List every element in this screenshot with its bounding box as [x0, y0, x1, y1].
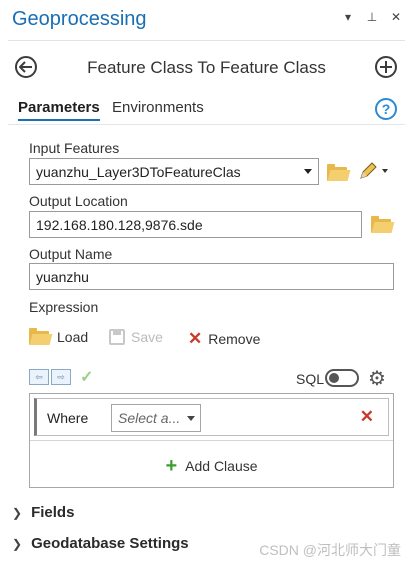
clause-row: Where Select a... ✕	[34, 398, 389, 436]
input-features-value: yuanzhu_Layer3DToFeatureClas	[36, 163, 241, 180]
section-fields-label: Fields	[31, 504, 75, 521]
output-name-input[interactable]: yuanzhu	[29, 263, 394, 290]
pane-pin-icon[interactable]: ⊥	[365, 10, 379, 24]
save-button[interactable]: Save	[109, 329, 163, 345]
sql-toggle[interactable]	[325, 369, 359, 387]
expression-mode-left-icon[interactable]: ⇦	[29, 369, 49, 385]
save-label: Save	[131, 329, 163, 345]
pane-close-icon[interactable]: ✕	[389, 10, 403, 24]
load-icon	[29, 328, 51, 345]
sql-label: SQL	[296, 371, 325, 387]
load-button[interactable]: Load	[29, 328, 89, 345]
folder-icon[interactable]	[371, 216, 393, 233]
remove-label: Remove	[208, 331, 261, 347]
divider	[8, 40, 405, 41]
expression-label: Expression	[29, 299, 99, 315]
section-geodatabase-label: Geodatabase Settings	[31, 535, 189, 552]
expression-mode-right-icon[interactable]: ⇨	[51, 369, 71, 385]
tab-environments[interactable]: Environments	[112, 99, 204, 116]
input-features-label: Input Features	[29, 140, 120, 156]
remove-button[interactable]: ✕ Remove	[188, 329, 260, 349]
section-geodatabase-settings[interactable]: ❯ Geodatabase Settings	[12, 535, 189, 552]
add-clause-button[interactable]: + Add Clause	[30, 455, 393, 477]
load-label: Load	[57, 329, 89, 345]
output-location-value: 192.168.180.128,9876.sde	[36, 216, 203, 233]
chevron-right-icon: ❯	[12, 505, 23, 520]
tab-parameters[interactable]: Parameters	[18, 99, 100, 121]
remove-clause-icon[interactable]: ✕	[360, 407, 374, 427]
input-features-dropdown[interactable]: yuanzhu_Layer3DToFeatureClas	[29, 158, 319, 185]
chevron-right-icon: ❯	[12, 536, 23, 551]
output-location-label: Output Location	[29, 193, 128, 209]
folder-icon[interactable]	[327, 164, 349, 181]
add-icon[interactable]	[375, 56, 397, 78]
add-clause-label: Add Clause	[185, 458, 258, 474]
watermark: CSDN @河北师大门童	[259, 542, 401, 558]
pane-title: Geoprocessing	[12, 8, 147, 30]
help-icon[interactable]: ?	[375, 98, 397, 120]
output-name-label: Output Name	[29, 246, 113, 262]
output-name-value: yuanzhu	[36, 268, 89, 285]
pencil-icon[interactable]	[358, 161, 390, 181]
clause-builder: Where Select a... ✕ + Add Clause	[29, 393, 394, 488]
gear-icon[interactable]: ⚙	[368, 366, 386, 391]
checkmark-icon[interactable]: ✓	[80, 367, 93, 387]
divider	[30, 440, 393, 441]
save-icon	[109, 329, 125, 345]
tool-title: Feature Class To Feature Class	[87, 58, 326, 77]
field-select[interactable]: Select a...	[111, 404, 201, 432]
chevron-down-icon	[304, 169, 312, 174]
divider	[8, 124, 405, 125]
pane-menu-icon[interactable]: ▾	[341, 10, 355, 24]
expression-mode-toggle[interactable]: ⇦ ⇨	[29, 369, 71, 385]
where-label: Where	[47, 410, 89, 426]
chevron-down-icon	[187, 416, 195, 421]
field-select-placeholder: Select a...	[118, 410, 181, 426]
plus-icon: +	[165, 455, 178, 477]
pane-controls: ▾ ⊥ ✕	[341, 10, 403, 24]
section-fields[interactable]: ❯ Fields	[12, 504, 74, 521]
remove-icon: ✕	[188, 329, 203, 348]
output-location-input[interactable]: 192.168.180.128,9876.sde	[29, 211, 362, 238]
